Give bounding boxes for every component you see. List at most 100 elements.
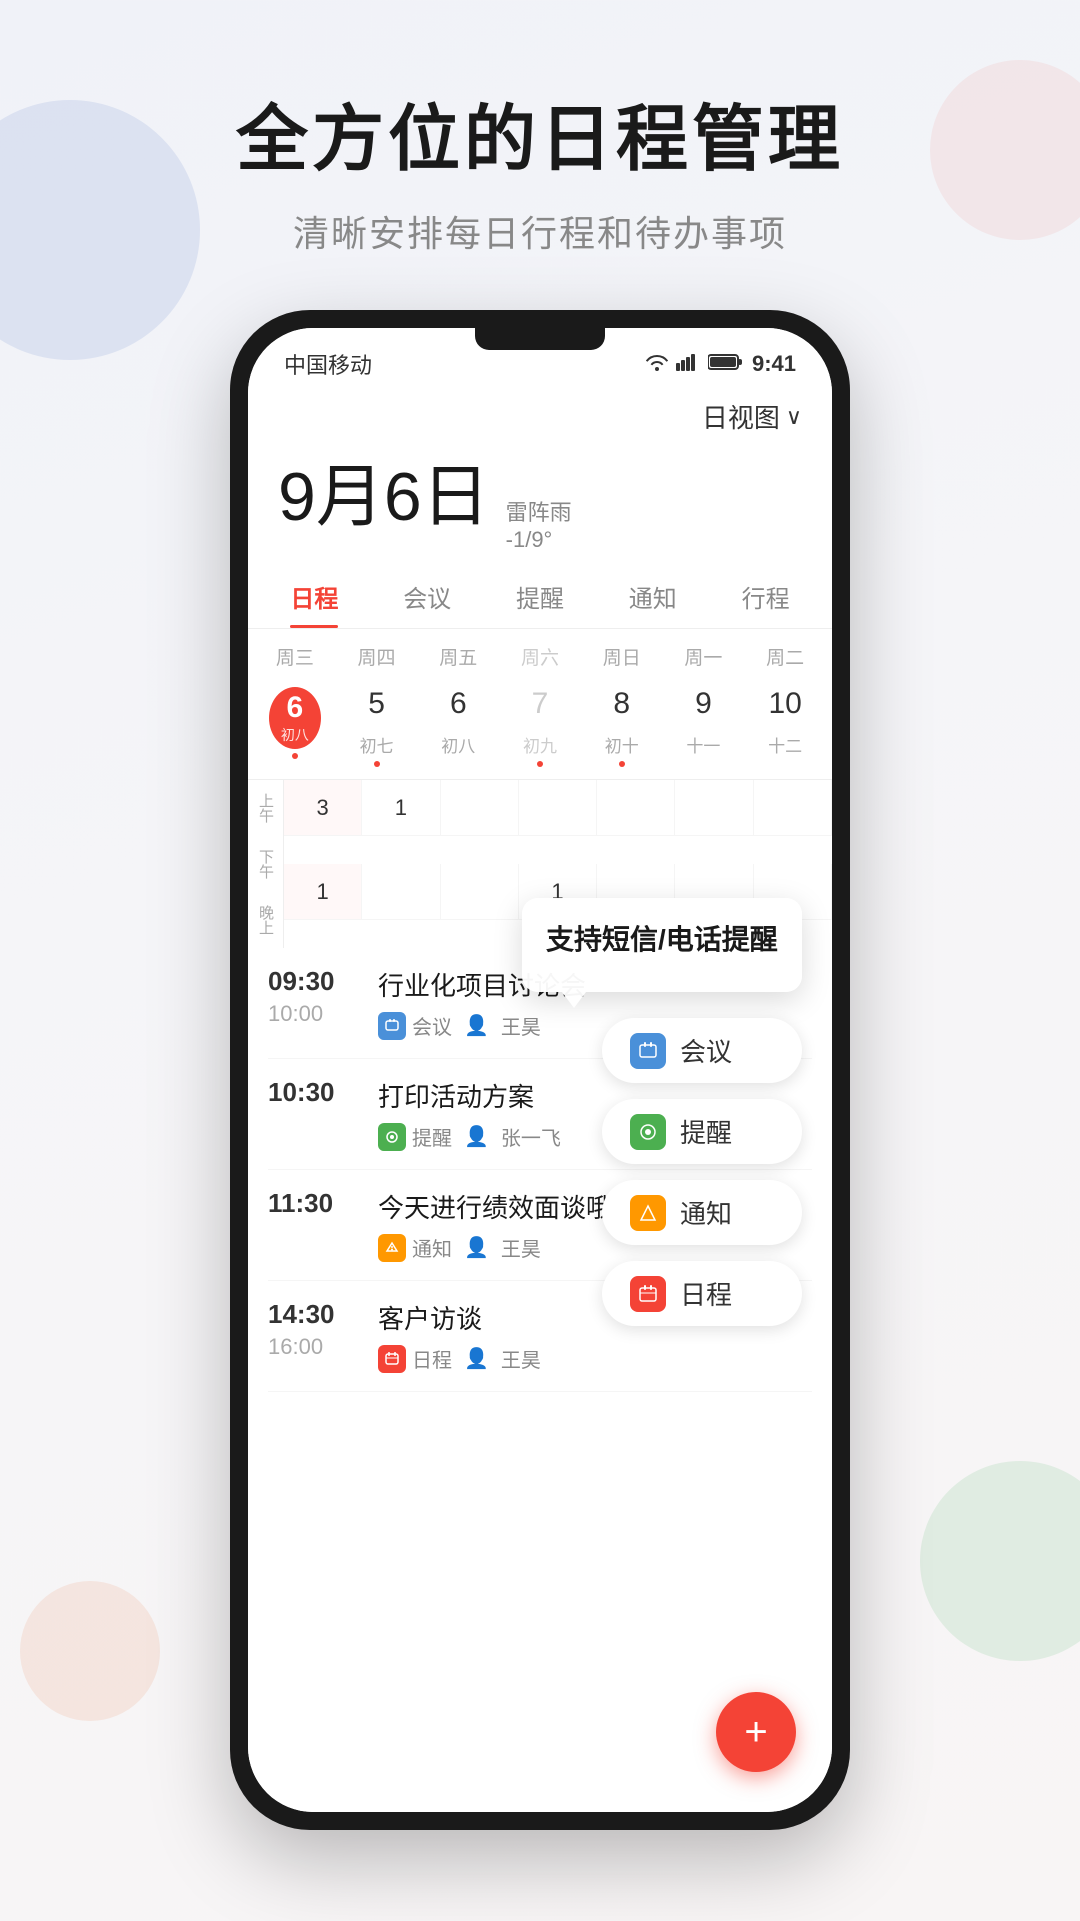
signal-icon [676,353,700,376]
phone-screen: 中国移动 9:41 [248,328,832,1812]
tooltip-text: 支持短信/电话提醒 [546,918,778,958]
day-label-sat: 周六 [499,639,581,674]
battery-icon [708,353,744,376]
date-cell-9[interactable]: 9 十一 [663,678,745,769]
weather-temp: -1/9° [506,527,572,553]
reminder-icon-2 [378,1123,406,1151]
date-cell-5[interactable]: 5 初七 [336,678,418,769]
start-time-1: 09:30 [268,966,358,997]
tab-notice[interactable]: 通知 [596,565,709,628]
time-evening: 晚上 [248,892,283,948]
dot-wed [292,753,298,759]
week-calendar: 周三 周四 周五 周六 周日 周一 周二 6 初八 [248,629,832,773]
top-bar: 日视图 ∨ [248,390,832,435]
date-cell-7[interactable]: 7 初九 [499,678,581,769]
action-btn-notice-label: 通知 [680,1194,732,1231]
date-cell-6b[interactable]: 6 初八 [417,678,499,769]
date-cell-10[interactable]: 10 十二 [744,678,826,769]
grid-cell-r1c1: 3 [284,780,362,836]
day-label-tue: 周二 [744,639,826,674]
phone-notch [475,328,605,350]
view-switcher[interactable]: 日视图 ∨ [702,398,802,435]
time-column: 上午 下午 晚上 [248,780,284,948]
person-name-2: 张一飞 [501,1122,561,1151]
action-btn-schedule-label: 日程 [680,1275,732,1312]
start-time-4: 14:30 [268,1299,358,1330]
date-cell-6-active[interactable]: 6 初八 [254,687,336,761]
time-col-2: 10:30 [268,1077,358,1108]
action-buttons: 会议 提醒 通知 [602,1018,802,1326]
type-badge-4: 日程 [378,1344,452,1373]
time-afternoon: 下午 [248,836,283,892]
action-btn-reminder[interactable]: 提醒 [602,1099,802,1164]
notice-icon-3 [378,1234,406,1262]
date-header: 9月6日 雷阵雨 -1/9° [248,435,832,565]
grid-cell-r2c2 [362,864,440,920]
grid-cell-r2c1: 1 [284,864,362,920]
tab-trip[interactable]: 行程 [709,565,822,628]
time-col-1: 09:30 10:00 [268,966,358,1027]
date-cell-8[interactable]: 8 初十 [581,678,663,769]
reminder-btn-icon [630,1114,666,1150]
type-badge-1: 会议 [378,1011,452,1040]
tab-schedule[interactable]: 日程 [258,565,371,628]
weather-info: 雷阵雨 -1/9° [506,495,572,553]
dot-sat [537,761,543,767]
grid-cell-r1c3 [441,780,519,836]
meta-4: 日程 👤 王昊 [378,1344,812,1373]
main-title: 全方位的日程管理 [0,80,1080,185]
person-icon-3: 👤 [464,1235,489,1260]
action-btn-meeting[interactable]: 会议 [602,1018,802,1083]
notice-btn-icon [630,1195,666,1231]
phone-mockup: 中国移动 9:41 [230,310,850,1830]
day-label-fri: 周五 [417,639,499,674]
chevron-down-icon: ∨ [786,404,802,430]
header-section: 全方位的日程管理 清晰安排每日行程和待办事项 [0,0,1080,297]
week-dates: 6 初八 5 初七 6 [248,674,832,773]
day-label-wed: 周三 [254,639,336,674]
tab-reminder[interactable]: 提醒 [484,565,597,628]
bg-circle-orange [20,1581,160,1721]
day-label-sun: 周日 [581,639,663,674]
grid-cell-r1c6 [675,780,753,836]
tooltip-arrow [562,992,586,1008]
app-content: 日视图 ∨ 9月6日 雷阵雨 -1/9° 日程 [248,390,832,1812]
status-icons: 9:41 [646,351,796,377]
person-name-1: 王昊 [501,1011,541,1040]
type-badge-2: 提醒 [378,1122,452,1151]
grid-cell-r1c2: 1 [362,780,440,836]
meeting-icon-1 [378,1012,406,1040]
action-btn-meeting-label: 会议 [680,1032,732,1069]
type-label-2: 提醒 [412,1122,452,1151]
type-badge-3: 通知 [378,1233,452,1262]
status-time: 9:41 [752,351,796,377]
type-label-3: 通知 [412,1233,452,1262]
action-btn-schedule[interactable]: 日程 [602,1261,802,1326]
date-display: 9月6日 [278,441,490,540]
action-btn-notice[interactable]: 通知 [602,1180,802,1245]
phone-outer: 中国移动 9:41 [230,310,850,1830]
schedule-icon-4 [378,1345,406,1373]
type-label-4: 日程 [412,1344,452,1373]
person-icon-1: 👤 [464,1013,489,1038]
tab-meeting[interactable]: 会议 [371,565,484,628]
floating-tooltip: 支持短信/电话提醒 [522,898,802,992]
end-time-1: 10:00 [268,1001,358,1027]
time-col-4: 14:30 16:00 [268,1299,358,1360]
carrier-label: 中国移动 [284,348,372,380]
person-name-3: 王昊 [501,1233,541,1262]
day-label-mon: 周一 [663,639,745,674]
person-icon-4: 👤 [464,1346,489,1371]
view-label: 日视图 [702,398,780,435]
tabs-bar: 日程 会议 提醒 通知 行程 [248,565,832,629]
grid-cell-r2c3 [441,864,519,920]
fab-add-button[interactable]: + [716,1692,796,1772]
day-label-thu: 周四 [336,639,418,674]
fab-icon: + [744,1710,767,1755]
dot-sun [619,761,625,767]
schedule-btn-icon [630,1276,666,1312]
person-name-4: 王昊 [501,1344,541,1373]
grid-cell-r1c4 [519,780,597,836]
start-time-2: 10:30 [268,1077,358,1108]
grid-cell-r1c5 [597,780,675,836]
